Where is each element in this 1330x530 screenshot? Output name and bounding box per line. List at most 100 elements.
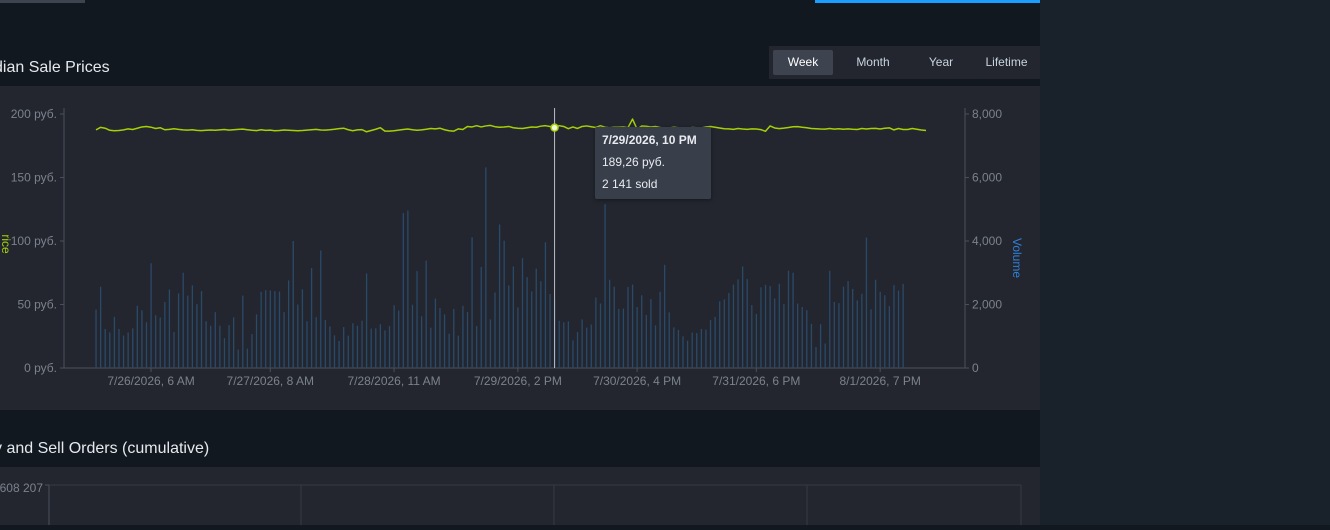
volume-bar xyxy=(104,328,106,368)
tab-year[interactable]: Year xyxy=(913,50,969,75)
x-tick-label: 8/1/2026, 7 PM xyxy=(839,374,920,388)
volume-bar xyxy=(200,291,203,368)
volume-bar xyxy=(347,335,349,368)
volume-bar xyxy=(526,277,528,368)
volume-bar xyxy=(310,267,313,368)
volume-bar xyxy=(411,304,414,368)
tooltip-sold: 2 141 sold xyxy=(602,177,658,191)
volume-bar xyxy=(852,288,854,368)
volume-bar xyxy=(164,301,166,368)
volume-bar xyxy=(457,335,459,368)
volume-bar xyxy=(755,314,758,368)
price-tick-label: 200 руб. xyxy=(11,107,57,121)
volume-bar xyxy=(714,316,716,368)
volume-bar xyxy=(485,167,487,368)
volume-bar xyxy=(430,327,432,368)
volume-axis-title: Volume xyxy=(1010,238,1024,278)
volume-bar xyxy=(462,305,464,368)
top-right-button-edge[interactable] xyxy=(815,0,1040,3)
volume-bar xyxy=(159,317,161,368)
volume-bar xyxy=(398,310,400,368)
volume-bar xyxy=(608,279,611,368)
volume-bar xyxy=(365,273,368,368)
tab-week[interactable]: Week xyxy=(773,50,833,75)
volume-bar xyxy=(751,305,753,368)
right-background xyxy=(1040,0,1330,525)
volume-bar xyxy=(746,279,748,368)
range-tabs: Week Month Year Lifetime xyxy=(769,46,1040,79)
volume-bar xyxy=(288,280,290,368)
volume-bar xyxy=(301,289,304,368)
volume-bar xyxy=(379,324,382,368)
volume-bar xyxy=(512,266,514,368)
volume-bar xyxy=(723,299,725,368)
volume-bar xyxy=(567,321,570,368)
volume-bar xyxy=(255,314,258,368)
volume-bar xyxy=(508,285,510,368)
volume-bar xyxy=(113,316,116,368)
volume-bar xyxy=(407,210,409,368)
volume-bar xyxy=(595,297,597,368)
tab-lifetime[interactable]: Lifetime xyxy=(973,50,1040,75)
tab-month[interactable]: Month xyxy=(837,50,909,75)
volume-bar xyxy=(563,322,565,368)
price-chart-panel: 0 руб. 50 руб. 100 руб. 150 руб. 200 руб. 0 2,… xyxy=(0,86,1040,410)
volume-bar xyxy=(842,286,845,368)
volume-bar xyxy=(173,332,175,368)
volume-bar xyxy=(182,272,184,368)
volume-bar xyxy=(145,322,148,368)
volume-bar xyxy=(586,327,588,368)
volume-bar xyxy=(810,323,813,368)
volume-bar xyxy=(498,224,501,368)
volume-bar xyxy=(269,290,271,368)
volume-bar xyxy=(815,347,817,368)
x-tick-label: 7/30/2026, 4 PM xyxy=(593,374,681,388)
volume-bar xyxy=(874,279,877,368)
volume-bar xyxy=(242,295,244,368)
price-chart[interactable]: 0 руб. 50 руб. 100 руб. 150 руб. 200 руб. 0 2,… xyxy=(0,86,1040,410)
volume-bar xyxy=(109,332,111,368)
volume-bar xyxy=(480,267,482,368)
volume-bar xyxy=(819,324,822,368)
volume-bar xyxy=(806,310,808,368)
volume-bar xyxy=(448,333,450,368)
volume-bar xyxy=(654,325,657,368)
volume-bar xyxy=(402,213,404,368)
tooltip-date: 7/29/2026, 10 PM xyxy=(602,133,697,147)
volume-bar xyxy=(893,285,895,368)
volume-bar xyxy=(265,290,267,368)
volume-bar xyxy=(476,326,478,368)
volume-bar xyxy=(251,334,253,368)
volume-bar xyxy=(540,281,542,368)
volume-tick-label: 8,000 xyxy=(972,107,1002,121)
volume-bar xyxy=(521,258,524,368)
volume-bar xyxy=(517,307,519,368)
volume-bar xyxy=(425,260,427,368)
volume-bar xyxy=(329,326,331,368)
volume-bar xyxy=(232,317,235,368)
volume-bar xyxy=(315,317,317,368)
volume-bar xyxy=(833,301,835,368)
volume-bar xyxy=(177,293,180,368)
volume-bar xyxy=(549,294,551,368)
volume-bar xyxy=(769,286,771,368)
volume-bar xyxy=(664,264,666,368)
volume-tick-label: 4,000 xyxy=(972,234,1002,248)
volume-bar xyxy=(783,304,785,368)
volume-bar xyxy=(677,329,680,368)
volume-bar xyxy=(618,308,620,368)
volume-bar xyxy=(650,299,652,368)
volume-bar xyxy=(223,338,226,368)
volume-bar xyxy=(604,204,606,368)
volume-bar xyxy=(888,306,891,368)
volume-bar xyxy=(99,286,102,368)
volume-bar xyxy=(668,312,670,368)
price-axis-title: rice xyxy=(0,234,13,254)
x-tick-label: 7/29/2026, 2 PM xyxy=(474,374,562,388)
volume-bar xyxy=(613,286,615,368)
price-line xyxy=(95,118,927,133)
volume-bar xyxy=(902,283,904,368)
orders-chart[interactable]: 608 207 xyxy=(0,467,1040,525)
chart-tooltip: 7/29/2026, 10 PM 189,26 руб. 2 141 sold xyxy=(595,127,711,199)
volume-bar xyxy=(219,325,221,368)
